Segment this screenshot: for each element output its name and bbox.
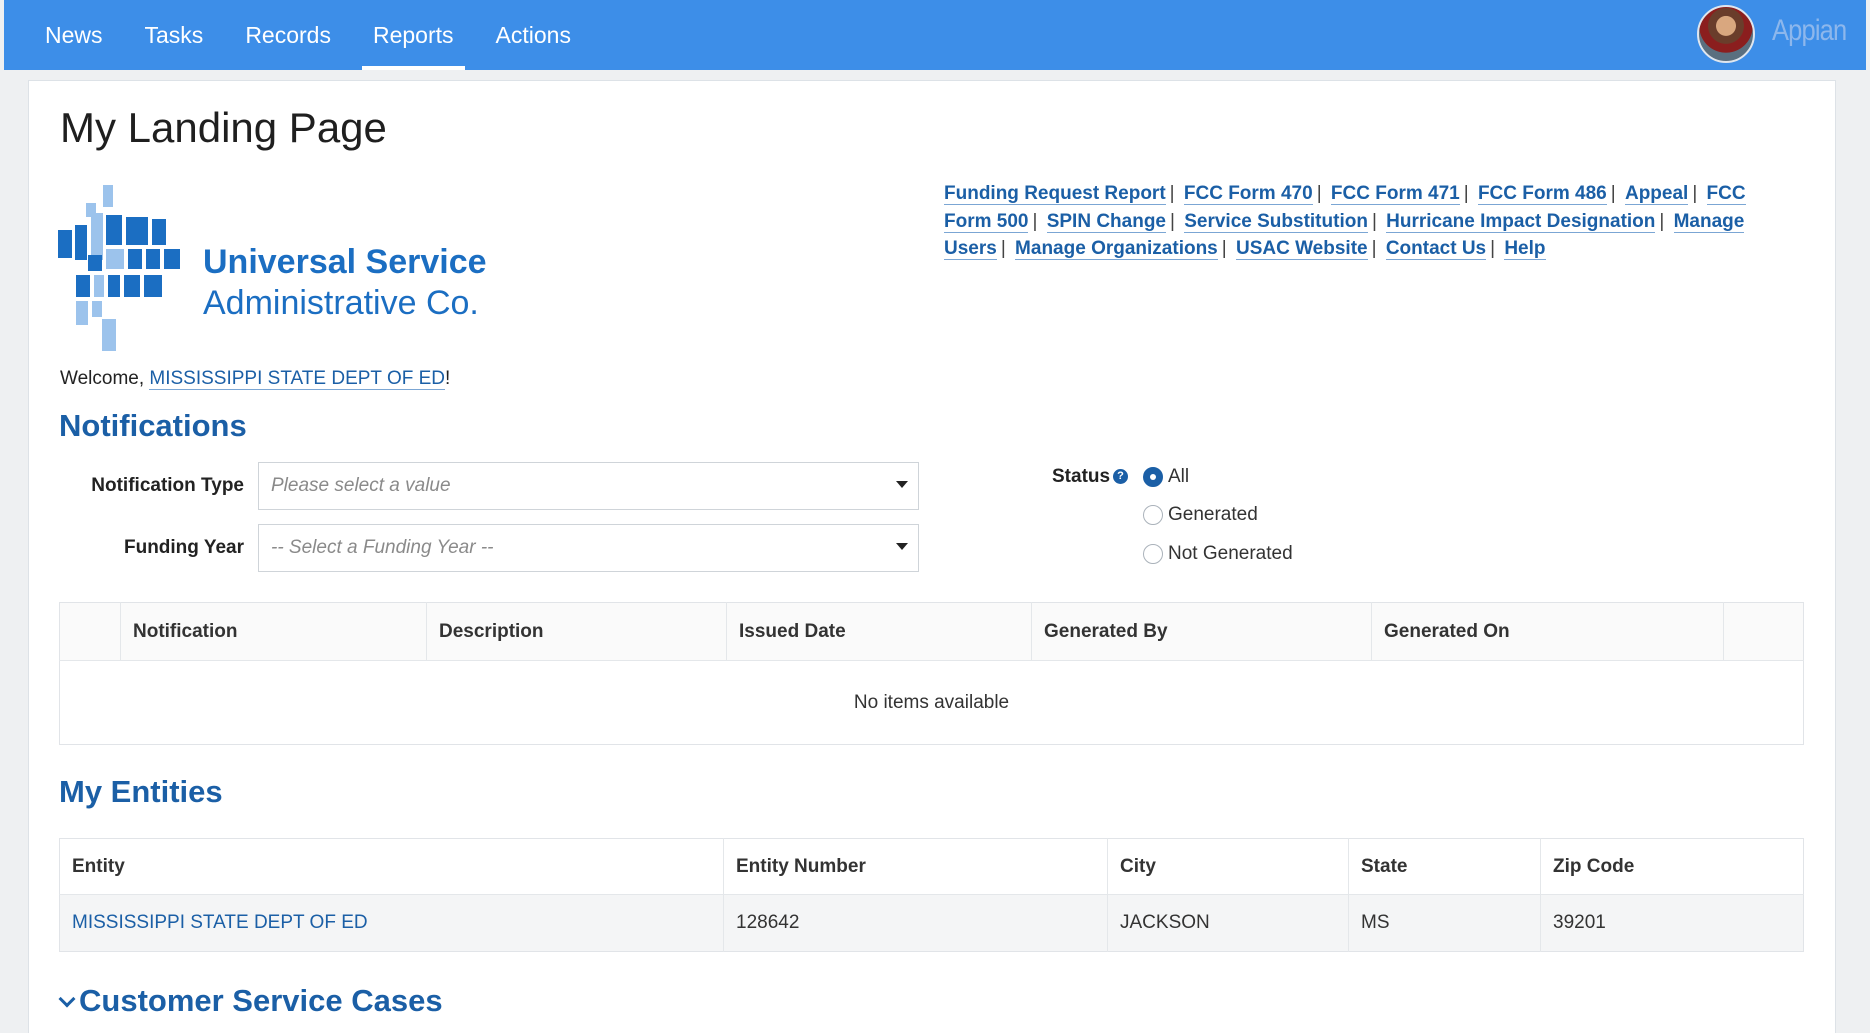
status-radio-all[interactable]: All bbox=[1143, 466, 1189, 488]
nav-tab-tasks[interactable]: Tasks bbox=[124, 0, 225, 70]
funding-year-dropdown[interactable]: -- Select a Funding Year -- bbox=[258, 524, 919, 572]
link-contact-us[interactable]: Contact Us bbox=[1385, 238, 1487, 260]
link-fcc-form-471[interactable]: FCC Form 471 bbox=[1330, 183, 1460, 205]
quick-links: Funding Request Report | FCC Form 470 | FC… bbox=[944, 183, 1746, 260]
notification-type-placeholder: Please select a value bbox=[271, 475, 451, 496]
link-service-substitution[interactable]: Service Substitution bbox=[1184, 210, 1368, 233]
link-funding-request-report[interactable]: Funding Request Report bbox=[944, 183, 1166, 205]
status-radio-generated[interactable]: Generated bbox=[1143, 504, 1258, 526]
usac-logo-icon bbox=[58, 185, 180, 351]
column-header-description[interactable]: Description bbox=[426, 602, 727, 661]
link-fcc-form-486[interactable]: FCC Form 486 bbox=[1477, 183, 1607, 205]
help-icon[interactable]: ? bbox=[1113, 469, 1128, 484]
top-nav-bar: News Tasks Records Reports Actions bbox=[4, 0, 1866, 70]
chevron-down-icon bbox=[896, 481, 908, 488]
entity-link[interactable]: MISSISSIPPI STATE DEPT OF ED bbox=[72, 912, 368, 933]
notification-type-label: Notification Type bbox=[91, 475, 244, 496]
notifications-heading: Notifications bbox=[59, 408, 247, 443]
link-appeal[interactable]: Appeal bbox=[1624, 183, 1689, 205]
chevron-down-icon bbox=[896, 543, 908, 550]
usac-logo-line1: Universal Service bbox=[203, 243, 487, 281]
entity-cell: MISSISSIPPI STATE DEPT OF ED bbox=[59, 894, 724, 952]
nav-tab-reports[interactable]: Reports bbox=[352, 0, 475, 70]
table-header-row: Notification Description Issued Date Gen… bbox=[59, 602, 1804, 661]
link-hurricane-impact-designation[interactable]: Hurricane Impact Designation bbox=[1386, 210, 1656, 233]
entities-table: Entity Entity Number City State Zip Code… bbox=[59, 838, 1804, 952]
link-manage-organizations[interactable]: Manage Organizations bbox=[1015, 238, 1218, 260]
table-header-row: Entity Entity Number City State Zip Code bbox=[59, 838, 1804, 895]
link-fcc-form-470[interactable]: FCC Form 470 bbox=[1183, 183, 1313, 205]
zip-code-cell: 39201 bbox=[1540, 894, 1804, 952]
main-nav: News Tasks Records Reports Actions bbox=[24, 0, 592, 70]
link-spin-change[interactable]: SPIN Change bbox=[1046, 210, 1167, 233]
status-label: Status bbox=[1052, 466, 1111, 487]
column-header-actions bbox=[1723, 602, 1804, 661]
column-header-entity[interactable]: Entity bbox=[59, 838, 724, 895]
column-header-generated-on[interactable]: Generated On bbox=[1371, 602, 1724, 661]
column-header-select bbox=[59, 602, 121, 661]
column-header-city[interactable]: City bbox=[1107, 838, 1349, 895]
welcome-message: Welcome, MISSISSIPPI STATE DEPT OF ED! bbox=[60, 368, 451, 390]
empty-table-message: No items available bbox=[853, 691, 1010, 713]
radio-selected-icon[interactable] bbox=[1143, 467, 1163, 487]
user-avatar[interactable] bbox=[1697, 5, 1755, 63]
nav-tab-records[interactable]: Records bbox=[224, 0, 352, 70]
state-cell: MS bbox=[1348, 894, 1541, 952]
nav-tab-news[interactable]: News bbox=[24, 0, 124, 70]
column-header-generated-by[interactable]: Generated By bbox=[1031, 602, 1372, 661]
column-header-zip-code[interactable]: Zip Code bbox=[1540, 838, 1804, 895]
table-row: MISSISSIPPI STATE DEPT OF ED 128642 JACK… bbox=[59, 894, 1804, 952]
appian-logo[interactable]: Appian bbox=[1772, 14, 1847, 48]
my-entities-heading: My Entities bbox=[59, 774, 223, 809]
column-header-state[interactable]: State bbox=[1348, 838, 1541, 895]
column-header-issued-date[interactable]: Issued Date bbox=[726, 602, 1032, 661]
customer-service-cases-heading[interactable]: Customer Service Cases bbox=[79, 983, 443, 1019]
notification-type-dropdown[interactable]: Please select a value bbox=[258, 462, 919, 510]
column-header-entity-number[interactable]: Entity Number bbox=[723, 838, 1108, 895]
column-header-notification[interactable]: Notification bbox=[120, 602, 427, 661]
status-radio-not-generated[interactable]: Not Generated bbox=[1143, 543, 1293, 565]
usac-logo-line2: Administrative Co. bbox=[203, 284, 479, 322]
link-usac-website[interactable]: USAC Website bbox=[1235, 238, 1368, 260]
funding-year-placeholder: -- Select a Funding Year -- bbox=[271, 537, 494, 558]
city-cell: JACKSON bbox=[1107, 894, 1349, 952]
radio-unselected-icon[interactable] bbox=[1143, 544, 1163, 564]
link-help[interactable]: Help bbox=[1504, 238, 1546, 260]
funding-year-label: Funding Year bbox=[123, 537, 244, 558]
nav-tab-actions[interactable]: Actions bbox=[475, 0, 592, 70]
welcome-org-link[interactable]: MISSISSIPPI STATE DEPT OF ED bbox=[149, 368, 446, 390]
radio-unselected-icon[interactable] bbox=[1143, 505, 1163, 525]
page-title: My Landing Page bbox=[60, 104, 387, 151]
notifications-table: Notification Description Issued Date Gen… bbox=[59, 602, 1804, 745]
entity-number-cell: 128642 bbox=[723, 894, 1108, 952]
table-row: No items available bbox=[60, 661, 1804, 745]
